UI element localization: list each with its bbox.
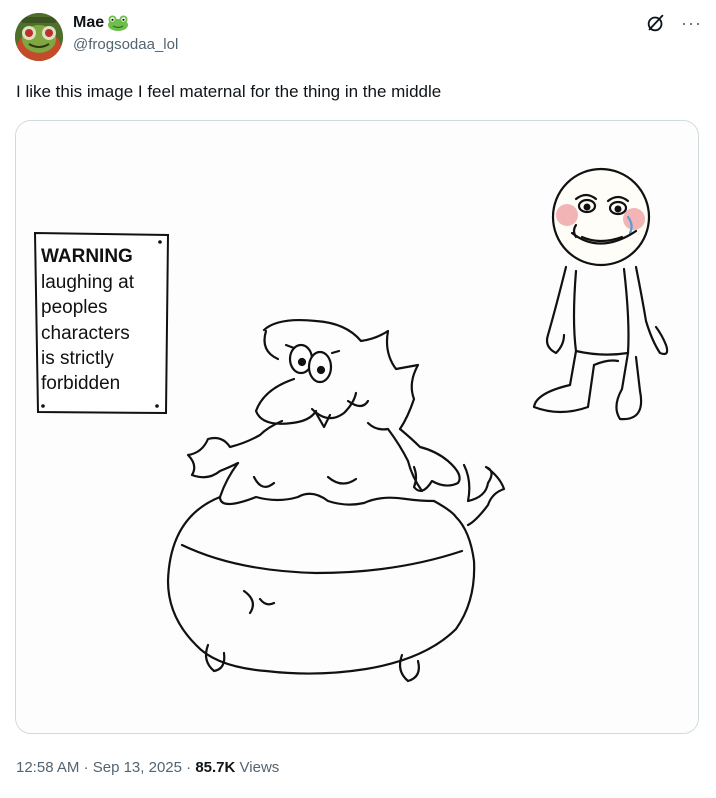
sign-line: peoples	[41, 297, 108, 318]
views-label: Views	[239, 759, 280, 776]
tweet-top-actions: ···	[645, 12, 702, 34]
more-icon[interactable]: ···	[681, 14, 702, 32]
cartoon-illustration: WARNING laughing at peoples characters i…	[16, 121, 698, 733]
sign-line: forbidden	[41, 373, 120, 394]
tweet-date[interactable]: Sep 13, 2025	[93, 759, 182, 776]
sign-line: is strictly	[41, 348, 114, 369]
author-name-row[interactable]: Mae	[73, 14, 129, 32]
sign-line: WARNING	[41, 246, 133, 267]
meta-separator: ·	[186, 759, 192, 776]
tweet-text: I like this image I feel maternal for th…	[16, 82, 442, 101]
author-avatar[interactable]	[15, 13, 63, 61]
tweet-meta: 12:58 AM · Sep 13, 2025 · 85.7K Views	[16, 759, 279, 776]
sign-line: characters	[41, 323, 130, 344]
meta-separator: ·	[83, 759, 89, 776]
warning-sign: WARNING laughing at peoples characters i…	[33, 231, 170, 415]
views-count: 85.7K	[195, 759, 236, 776]
grok-icon[interactable]	[645, 12, 667, 34]
tweet-media-image[interactable]: WARNING laughing at peoples characters i…	[15, 120, 699, 734]
frog-avatar-icon	[15, 13, 63, 61]
tweet-time[interactable]: 12:58 AM	[16, 759, 79, 776]
frog-emoji	[108, 15, 129, 31]
author-handle[interactable]: @frogsodaa_lol	[73, 36, 178, 53]
sign-line: laughing at	[41, 272, 135, 293]
author-display-name[interactable]: Mae	[73, 14, 104, 32]
